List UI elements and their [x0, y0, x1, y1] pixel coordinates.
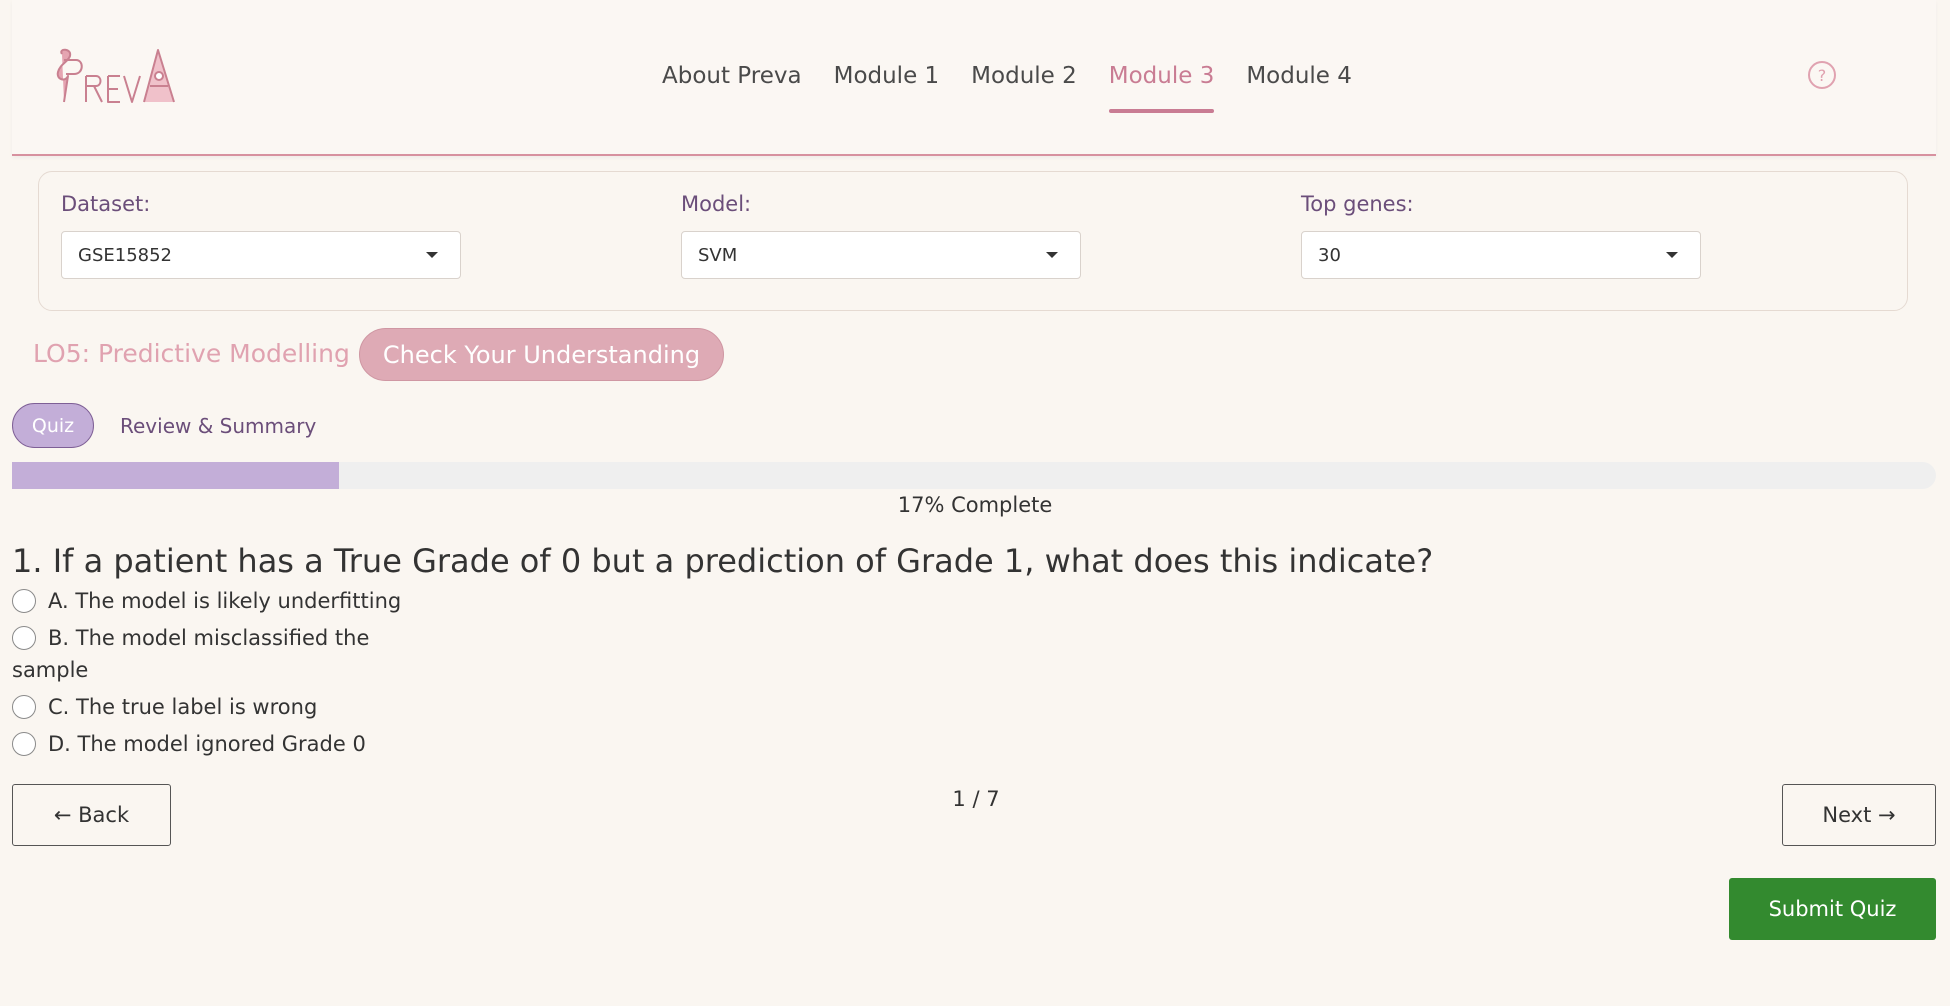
- radio-button[interactable]: [12, 626, 36, 650]
- radio-button[interactable]: [12, 695, 36, 719]
- nav-module-2[interactable]: Module 2: [955, 58, 1093, 94]
- top-genes-label: Top genes:: [1301, 192, 1414, 216]
- answer-option-a[interactable]: A. The model is likely underfitting: [12, 585, 412, 617]
- caret-down-icon: [426, 252, 438, 258]
- answer-option-d[interactable]: D. The model ignored Grade 0: [12, 728, 412, 760]
- progress-label: 17% Complete: [897, 493, 1053, 517]
- nav-module-3[interactable]: Module 3: [1093, 58, 1231, 113]
- check-understanding-button[interactable]: Check Your Understanding: [359, 328, 724, 381]
- next-button[interactable]: Next →: [1782, 784, 1936, 846]
- dataset-control: Dataset: GSE15852: [61, 188, 461, 279]
- dataset-value: GSE15852: [78, 244, 173, 266]
- top-navbar: About Preva Module 1 Module 2 Module 3 M…: [12, 0, 1936, 156]
- model-control: Model: SVM: [681, 188, 1081, 279]
- top-genes-value: 30: [1318, 244, 1341, 266]
- question-circle-icon[interactable]: ?: [1807, 60, 1837, 90]
- model-select[interactable]: SVM: [681, 231, 1081, 279]
- quiz-progress-fill: [12, 462, 340, 489]
- preva-logo-graphic: [56, 48, 175, 103]
- quiz-progress-bar: [12, 462, 1936, 489]
- tab-review-summary[interactable]: Review & Summary: [120, 408, 316, 444]
- model-value: SVM: [698, 244, 738, 266]
- question-text: 1. If a patient has a True Grade of 0 bu…: [12, 542, 1434, 580]
- svg-text:?: ?: [1818, 66, 1827, 85]
- submit-quiz-button[interactable]: Submit Quiz: [1729, 878, 1936, 940]
- top-genes-select[interactable]: 30: [1301, 231, 1701, 279]
- caret-down-icon: [1666, 252, 1678, 258]
- answer-option-b[interactable]: B. The model misclassified the sample: [12, 622, 402, 686]
- radio-button[interactable]: [12, 589, 36, 613]
- nav-module-4[interactable]: Module 4: [1230, 58, 1368, 94]
- answer-option-label: C. The true label is wrong: [48, 695, 318, 719]
- dataset-select[interactable]: GSE15852: [61, 231, 461, 279]
- model-label: Model:: [681, 192, 752, 216]
- radio-button[interactable]: [12, 732, 36, 756]
- caret-down-icon: [1046, 252, 1058, 258]
- answer-option-label: D. The model ignored Grade 0: [48, 732, 366, 756]
- nav-about-preva[interactable]: About Preva: [646, 58, 818, 94]
- preva-logo[interactable]: [54, 46, 184, 108]
- top-genes-control: Top genes: 30: [1301, 188, 1701, 279]
- learning-objective-title: LO5: Predictive Modelling: [33, 339, 350, 368]
- settings-panel: Dataset: GSE15852 Model: SVM Top genes: …: [38, 171, 1908, 311]
- answer-options: A. The model is likely underfitting B. T…: [12, 585, 412, 765]
- nav-module-1[interactable]: Module 1: [818, 58, 956, 94]
- tab-quiz[interactable]: Quiz: [12, 403, 94, 448]
- answer-option-label: B. The model misclassified the sample: [12, 626, 370, 682]
- dataset-label: Dataset:: [61, 192, 151, 216]
- main-nav: About Preva Module 1 Module 2 Module 3 M…: [646, 58, 1368, 113]
- answer-option-label: A. The model is likely underfitting: [48, 589, 402, 613]
- question-counter: 1 / 7: [952, 787, 1000, 811]
- answer-option-c[interactable]: C. The true label is wrong: [12, 691, 412, 723]
